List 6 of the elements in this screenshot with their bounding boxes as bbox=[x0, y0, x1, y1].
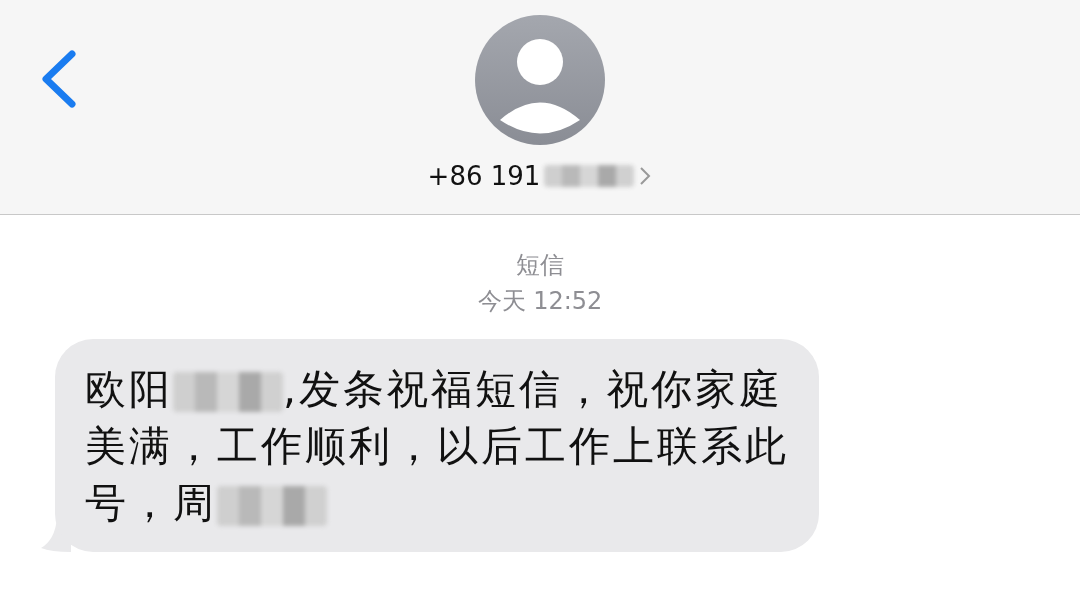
service-label: 短信 bbox=[516, 250, 564, 281]
chevron-right-icon bbox=[638, 165, 653, 187]
contact-button[interactable]: +86 191 bbox=[427, 161, 653, 191]
message-text: 欧阳 ,发条祝福短信，祝你家庭 美满，工作顺利，以后工作上联系此 号，周 bbox=[85, 364, 789, 529]
avatar-icon[interactable] bbox=[475, 15, 605, 145]
timestamp: 今天 12:52 bbox=[477, 286, 603, 317]
